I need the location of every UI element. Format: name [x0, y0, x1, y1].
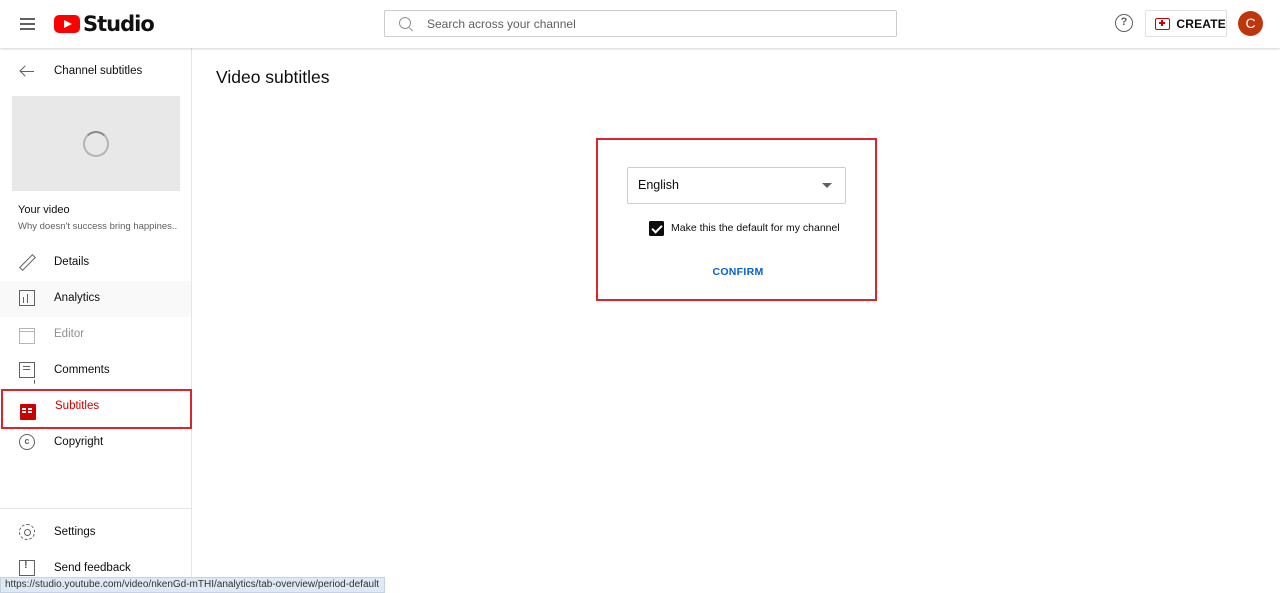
sidebar-item-editor[interactable]: Editor: [0, 317, 191, 353]
create-button[interactable]: CREATE: [1145, 10, 1227, 37]
dropdown-arrow-icon: [822, 183, 832, 188]
sidebar-item-label: Send feedback: [54, 562, 131, 574]
comments-icon: [19, 362, 35, 378]
browser-status-url: https://studio.youtube.com/video/nkenGd-…: [0, 577, 386, 593]
sidebar-item-label: Settings: [54, 526, 96, 538]
sidebar-item-label: Analytics: [54, 292, 101, 304]
sidebar-item-label: Editor: [54, 328, 85, 340]
sidebar-item-details[interactable]: Details: [0, 245, 191, 281]
sidebar-item-subtitles[interactable]: Subtitles: [1, 389, 192, 429]
sidebar-item-label: Details: [54, 256, 90, 268]
sidebar-item-settings[interactable]: Settings: [0, 515, 191, 551]
search-input[interactable]: [427, 16, 887, 31]
sidebar-item-analytics[interactable]: Analytics: [0, 281, 191, 317]
language-value: English: [638, 178, 679, 192]
sidebar-item-label: Subtitles: [55, 400, 100, 412]
sidebar-item-copyright[interactable]: c Copyright: [0, 425, 191, 461]
studio-logo[interactable]: Studio: [54, 12, 155, 36]
sidebar-item-label: Copyright: [54, 436, 104, 448]
language-dialog: English Make this the default for my cha…: [596, 138, 877, 301]
back-arrow-icon: [20, 66, 34, 78]
settings-icon: [19, 524, 35, 540]
pencil-icon: [19, 254, 35, 270]
video-title[interactable]: Why doesn't success bring happines...: [18, 221, 178, 232]
default-channel-checkbox[interactable]: [649, 221, 664, 236]
sidebar-divider: [0, 508, 191, 509]
language-select[interactable]: English: [627, 167, 846, 204]
page-title: Video subtitles: [216, 67, 330, 87]
sidebar-item-comments[interactable]: Comments: [0, 353, 191, 389]
feedback-icon: [19, 559, 35, 576]
create-label: CREATE: [1176, 16, 1226, 31]
editor-icon: [19, 328, 35, 344]
your-video-label: Your video: [18, 204, 70, 216]
logo-text: Studio: [83, 12, 155, 36]
youtube-play-icon: [54, 15, 80, 33]
loading-spinner-icon: [83, 131, 109, 157]
subtitles-icon: [20, 404, 36, 420]
back-to-channel-subtitles[interactable]: Channel subtitles: [0, 58, 191, 86]
help-icon[interactable]: ?: [1115, 14, 1133, 32]
sidebar: Channel subtitles Your video Why doesn't…: [0, 48, 192, 593]
search-icon: [398, 16, 414, 32]
video-thumbnail[interactable]: [12, 96, 180, 191]
copyright-icon: c: [19, 434, 35, 450]
analytics-icon: [19, 290, 35, 306]
create-video-icon: [1155, 17, 1171, 30]
checkbox-label: Make this the default for my channel: [671, 222, 840, 234]
hamburger-menu-icon[interactable]: [14, 10, 42, 38]
account-avatar[interactable]: C: [1238, 11, 1263, 36]
back-label: Channel subtitles: [54, 65, 143, 77]
search-box[interactable]: [384, 10, 897, 37]
confirm-button[interactable]: CONFIRM: [703, 263, 773, 281]
top-app-bar: Studio ? CREATE C: [0, 0, 1280, 48]
sidebar-item-label: Comments: [54, 364, 110, 376]
